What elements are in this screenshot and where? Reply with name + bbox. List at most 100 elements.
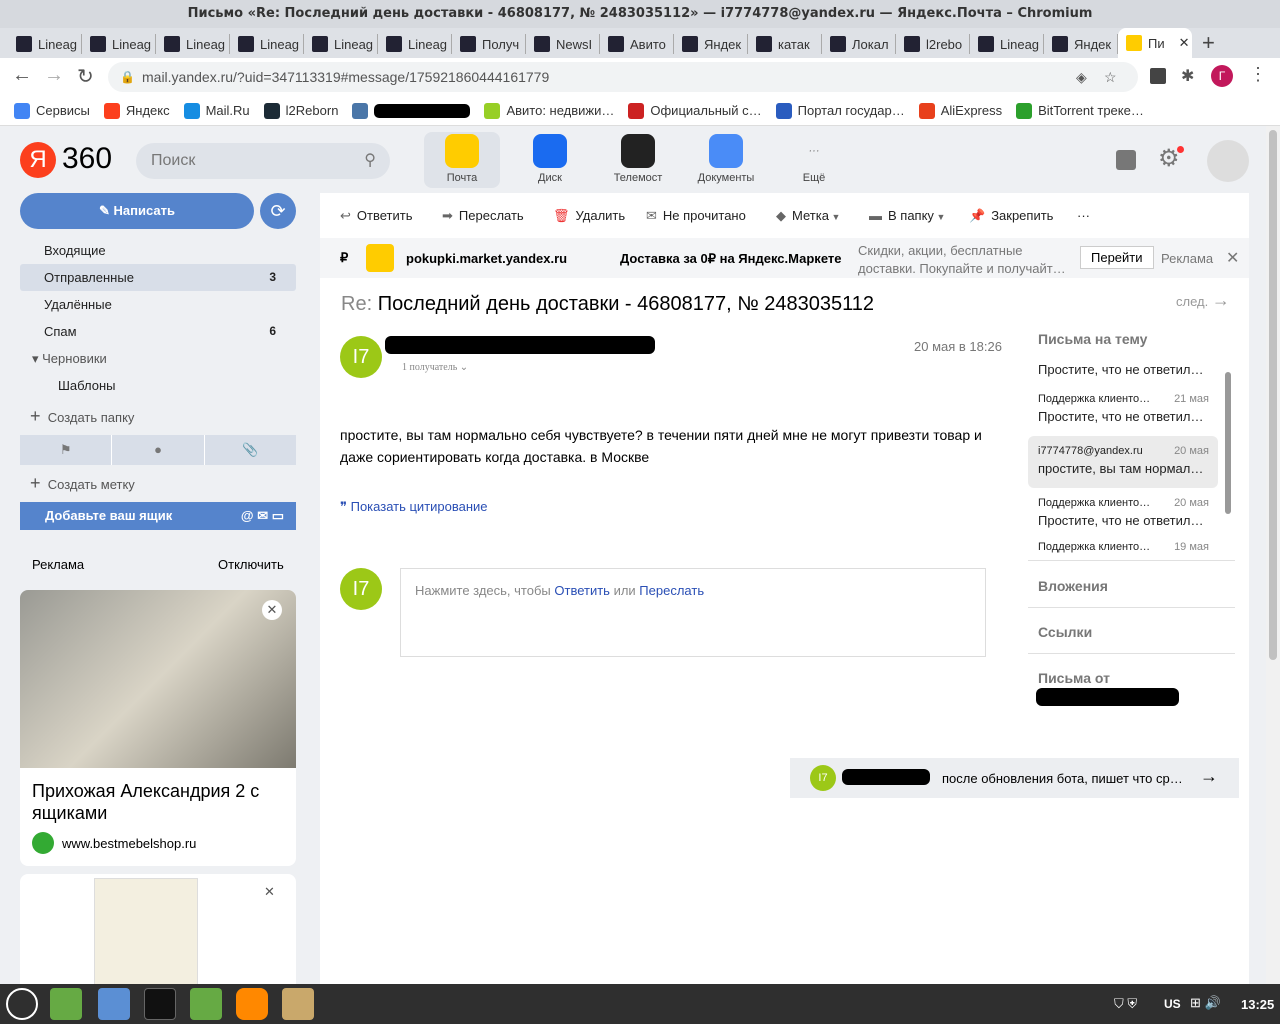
page-scrollbar[interactable] (1266, 126, 1280, 984)
profile-avatar[interactable]: Г (1211, 65, 1233, 87)
create-folder-link[interactable]: + Создать папку (30, 406, 134, 427)
browser-tab[interactable]: Lineag (378, 34, 452, 54)
browser-tab[interactable]: Яндек (1044, 34, 1118, 54)
bookmark-item[interactable]: Официальный с… (628, 102, 762, 119)
folder-item[interactable]: Удалённые (44, 297, 276, 312)
close-ad-icon[interactable]: ✕ (262, 600, 282, 620)
service-1[interactable]: Диск (510, 134, 590, 184)
bookmark-item[interactable]: AliExpress (918, 102, 1002, 119)
forward-link[interactable]: Переслать (639, 583, 704, 598)
firefox-icon[interactable] (236, 988, 268, 1020)
close-tab-icon[interactable]: ✕ (1179, 35, 1190, 51)
address-bar[interactable]: 🔒 mail.yandex.ru/?uid=347113319#message/… (108, 62, 1138, 92)
user-avatar[interactable] (1207, 140, 1249, 182)
service-0[interactable]: Почта (422, 134, 502, 184)
mint-menu-icon[interactable] (6, 988, 38, 1020)
browser-tab[interactable]: Яндек (674, 34, 748, 54)
clock[interactable]: 13:25 (1241, 997, 1274, 1012)
browser-tab[interactable]: Локал (822, 34, 896, 54)
service-2[interactable]: Телемост (598, 134, 678, 184)
folder-item[interactable]: Спам 6 (44, 324, 276, 339)
back-icon[interactable]: ← (12, 64, 32, 87)
show-quote-link[interactable]: ❞ Показать цитирование (340, 499, 488, 515)
puzzle-icon[interactable]: ✱ (1181, 66, 1194, 86)
sender-avatar[interactable]: I7 (340, 336, 382, 378)
bookmark-item[interactable]: Сервисы (14, 102, 90, 119)
show-desktop-icon[interactable] (50, 988, 82, 1020)
bookmark-item[interactable] (352, 102, 471, 119)
unread-filter-icon[interactable]: ● (112, 435, 205, 465)
label-button[interactable]: ◆ Метка ▼ (776, 208, 840, 224)
refresh-button[interactable]: ⟳ (260, 193, 296, 229)
bookmark-star-icon[interactable]: ☆ (1104, 62, 1117, 92)
ad-card[interactable]: ✕ Прихожая Александрия 2 с ящиками www.b… (20, 590, 296, 866)
browser-tab[interactable]: Авито (600, 34, 674, 54)
thread-scrollbar[interactable] (1225, 372, 1231, 514)
service-3[interactable]: Документы (686, 134, 766, 184)
quick-reply-box[interactable]: Нажмите здесь, чтобы Ответить или Пересл… (400, 568, 986, 657)
folder-item[interactable]: Входящие (44, 243, 276, 258)
thread-item[interactable]: Поддержка клиенто… 20 мая Простите, что не… (1038, 497, 1209, 528)
menu-icon[interactable]: ⋮ (1249, 64, 1267, 85)
bookmark-item[interactable]: Mail.Ru (183, 102, 250, 119)
browser-tab[interactable]: NewsI (526, 34, 600, 54)
bookmark-item[interactable]: Яндекс (103, 102, 170, 119)
folder-item[interactable]: Шаблоны (58, 378, 276, 393)
search-icon[interactable]: ⚲ (364, 143, 376, 179)
next-message-bar[interactable]: I7 после обновления бота, пишет что ср… … (790, 758, 1239, 798)
banner-headline[interactable]: Доставка за 0₽ на Яндекс.Маркете (620, 251, 841, 267)
attachment-filter-icon[interactable]: 📎 (205, 435, 296, 465)
terminal-icon[interactable] (144, 988, 176, 1020)
browser-tab[interactable]: Lineag (156, 34, 230, 54)
ads-disable-link[interactable]: Отключить (218, 557, 284, 572)
pin-button[interactable]: 📌 Закрепить (969, 208, 1053, 224)
recipients-toggle[interactable]: 1 получатель ⌄ (402, 362, 468, 373)
banner-close-icon[interactable]: ✕ (1226, 248, 1239, 268)
delete-button[interactable]: 🗑 Удалить (553, 208, 625, 224)
browser-tab[interactable]: Lineag (230, 34, 304, 54)
new-tab-button[interactable]: + (1202, 30, 1215, 56)
extension-icon[interactable] (1150, 68, 1166, 84)
tablet-icon[interactable] (1116, 150, 1136, 170)
install-icon[interactable]: ◈ (1076, 62, 1087, 92)
bookmark-item[interactable]: Портал государ… (775, 102, 905, 119)
banner-domain[interactable]: pokupki.market.yandex.ru (406, 251, 567, 266)
unread-button[interactable]: ✉ Не прочитано (646, 208, 746, 224)
create-label-link[interactable]: + Создать метку (30, 473, 135, 494)
game-icon[interactable] (282, 988, 314, 1020)
thread-item[interactable]: i7774778@yandex.ru 20 мая простите, вы там… (1038, 445, 1209, 476)
compose-button[interactable]: ✎ Написать (20, 193, 254, 229)
browser-tab[interactable]: Пи ✕ (1118, 28, 1192, 58)
files-icon[interactable] (190, 988, 222, 1020)
forward-icon[interactable]: → (44, 64, 64, 87)
browser-tab[interactable]: Получ (452, 34, 526, 54)
next-arrow-icon[interactable]: → (1200, 766, 1218, 787)
service-4[interactable]: ··· Ещё (774, 134, 854, 184)
banner-go-button[interactable]: Перейти (1080, 246, 1154, 269)
browser-tab[interactable]: Lineag (970, 34, 1044, 54)
browser-tab[interactable]: катак (748, 34, 822, 54)
attachments-section[interactable]: Вложения (1038, 578, 1108, 594)
tray-icons[interactable]: ⛉ ⛨ (1114, 996, 1137, 1012)
forward-button[interactable]: ➡ Переслать (442, 208, 524, 224)
yandex-logo-icon[interactable]: Я (20, 142, 56, 178)
network-volume-icons[interactable]: ⊞ 🔊 (1190, 995, 1221, 1011)
more-button[interactable]: ··· (1077, 208, 1090, 223)
chromium-icon[interactable] (98, 988, 130, 1020)
search-input[interactable]: Поиск ⚲ (136, 143, 390, 179)
keyboard-layout[interactable]: US (1164, 997, 1181, 1011)
bookmark-item[interactable]: BitTorrent треке… (1016, 102, 1144, 119)
bookmark-item[interactable]: Авито: недвижи… (484, 102, 614, 119)
flag-filter-icon[interactable]: ⚑ (20, 435, 113, 465)
browser-tab[interactable]: l2rebo (896, 34, 970, 54)
reply-button[interactable]: ↩ Ответить (340, 208, 412, 224)
close-ad-icon[interactable]: ✕ (264, 884, 275, 900)
reload-icon[interactable]: ↻ (77, 64, 94, 89)
browser-tab[interactable]: Lineag (82, 34, 156, 54)
ad-card-2[interactable]: ✕ (20, 874, 296, 984)
reply-link[interactable]: Ответить (554, 583, 610, 598)
thread-item[interactable]: Простите, что не ответил… (1038, 358, 1209, 377)
folder-button[interactable]: ▬ В папку ▼ (869, 208, 945, 223)
next-message-link[interactable]: след. → (1176, 290, 1230, 311)
folder-item[interactable]: ▾ Черновики (32, 351, 276, 367)
